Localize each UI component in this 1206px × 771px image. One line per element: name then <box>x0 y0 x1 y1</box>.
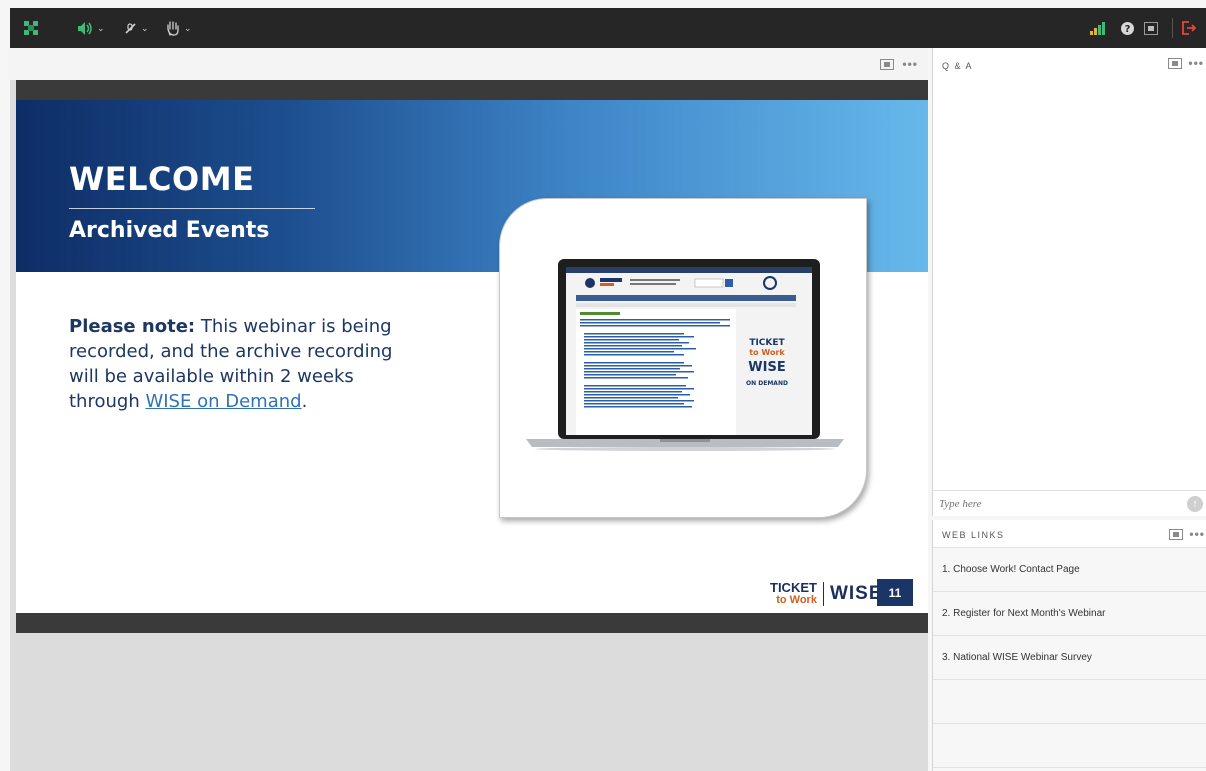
more-options-icon[interactable]: ••• <box>1188 56 1204 70</box>
maximize-icon[interactable] <box>1169 528 1184 540</box>
chevron-down-icon: ⌄ <box>141 22 149 33</box>
meeting-app: ⌄ ⌄ ⌄ ? ••• WELCOME Archived Events Plea… <box>0 0 1206 771</box>
chevron-down-icon: ⌄ <box>97 22 105 33</box>
raise-hand-control[interactable]: ⌄ <box>166 8 192 48</box>
fullscreen-icon[interactable] <box>1144 8 1158 48</box>
help-icon[interactable]: ? <box>1121 8 1134 48</box>
web-link-empty-row <box>933 724 1206 768</box>
qa-title: Q & A <box>942 61 974 71</box>
layout-icon[interactable] <box>24 8 38 48</box>
qa-pod-controls: ••• <box>1168 56 1204 70</box>
note-end: . <box>301 391 308 412</box>
svg-text:to Work: to Work <box>749 348 785 357</box>
web-links-controls: ••• <box>1169 527 1205 541</box>
exit-icon[interactable] <box>1182 8 1196 48</box>
logo-to-work-text: to Work <box>776 594 817 606</box>
svg-text:ON DEMAND: ON DEMAND <box>746 380 788 387</box>
presentation-slide: WELCOME Archived Events Please note: Thi… <box>16 100 928 613</box>
send-icon[interactable]: ↑ <box>1187 496 1203 512</box>
qa-input-bar: ↑ <box>933 490 1206 516</box>
raise-hand-icon <box>167 20 179 36</box>
slide-title: WELCOME <box>69 160 255 198</box>
speaker-control[interactable]: ⌄ <box>78 8 105 48</box>
share-pod-header: ••• <box>10 48 928 80</box>
ticket-to-work-logo: TICKET to Work <box>770 580 817 606</box>
speaker-icon <box>78 21 92 35</box>
slide-number: 11 <box>877 579 913 606</box>
laptop-screenshot-image: TICKET to Work WISE ON DEMAND <box>526 259 844 451</box>
share-pod: ••• WELCOME Archived Events Please note:… <box>10 48 928 771</box>
svg-text:TICKET: TICKET <box>749 338 785 348</box>
chevron-down-icon: ⌄ <box>184 22 192 33</box>
maximize-icon[interactable] <box>880 58 895 70</box>
wise-on-demand-link[interactable]: WISE on Demand <box>145 391 301 412</box>
svg-text:WISE: WISE <box>748 360 785 375</box>
slide-subtitle: Archived Events <box>69 218 270 243</box>
connection-bars-icon[interactable] <box>1090 8 1106 48</box>
web-link-item[interactable]: 3. National WISE Webinar Survey <box>933 636 1206 680</box>
maximize-icon[interactable] <box>1168 57 1183 69</box>
laptop-image-card: TICKET to Work WISE ON DEMAND <box>499 198 867 518</box>
slide-frame: WELCOME Archived Events Please note: Thi… <box>16 80 928 633</box>
logo-ticket-text: TICKET <box>770 580 817 595</box>
web-links-pod: WEB LINKS ••• 1. Choose Work! Contact Pa… <box>932 520 1206 771</box>
note-bold: Please note: <box>69 316 196 337</box>
slide-note: Please note: This webinar is being recor… <box>69 314 409 414</box>
more-options-icon[interactable]: ••• <box>902 57 918 71</box>
mic-icon <box>125 22 136 34</box>
top-toolbar: ⌄ ⌄ ⌄ ? <box>10 8 1206 48</box>
toolbar-divider <box>1172 18 1173 38</box>
question-input[interactable] <box>939 495 1173 513</box>
web-links-title: WEB LINKS <box>942 530 1005 540</box>
share-pod-controls: ••• <box>880 48 918 80</box>
logo-divider <box>822 582 824 606</box>
mic-control[interactable]: ⌄ <box>124 8 149 48</box>
more-options-icon[interactable]: ••• <box>1189 527 1205 541</box>
svg-text:?: ? <box>1125 24 1131 35</box>
web-link-item[interactable]: 2. Register for Next Month's Webinar <box>933 592 1206 636</box>
wise-logo: WISE <box>829 583 883 604</box>
ticket-wise-logo: TICKET to Work WISE <box>770 580 883 606</box>
web-link-empty-row <box>933 680 1206 724</box>
web-links-header: WEB LINKS ••• <box>933 520 1206 548</box>
title-divider <box>69 208 315 209</box>
web-link-item[interactable]: 1. Choose Work! Contact Page <box>933 548 1206 592</box>
qa-pod: Q & A ••• ↑ <box>932 48 1206 516</box>
